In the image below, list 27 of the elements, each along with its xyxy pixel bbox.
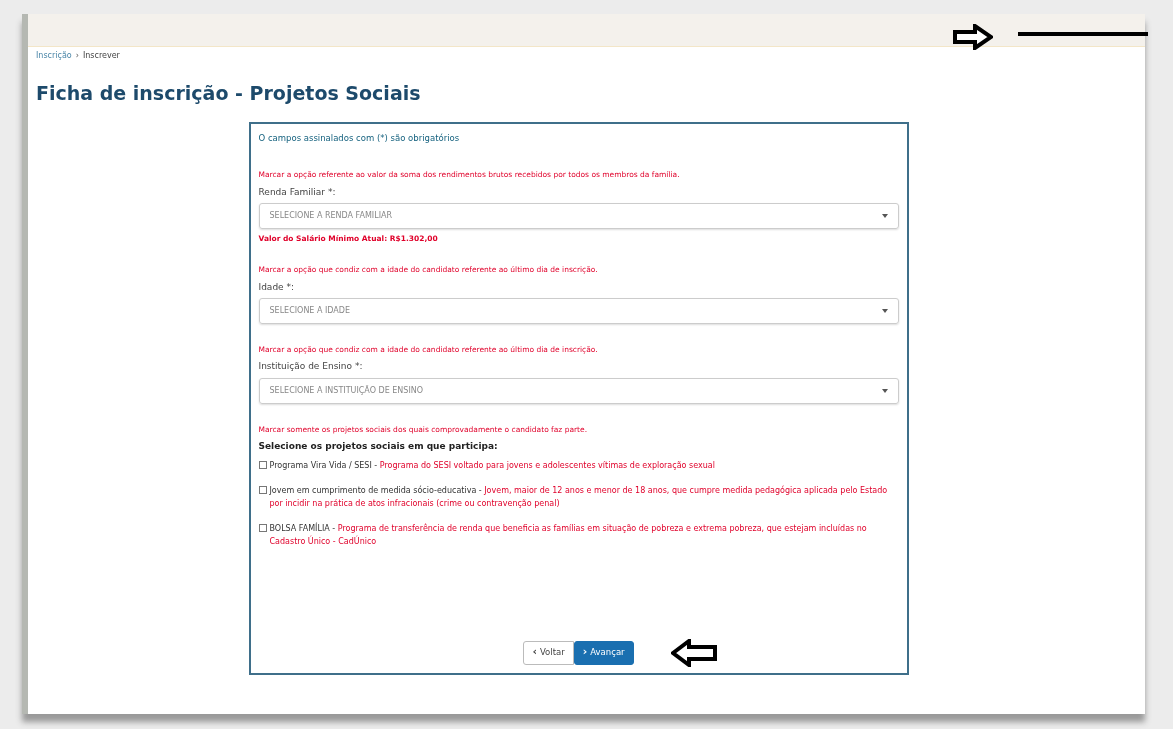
arrow-annotation-icon (953, 24, 993, 50)
section-label: Selecione os projetos sociais em que participa: (258, 440, 499, 453)
page-title: Ficha de inscrição - Projetos Sociais (35, 81, 422, 106)
separator-icon: › (75, 50, 79, 62)
select-field[interactable]: SELECIONE A INSTITUIÇÃO DE ENSINO (258, 377, 899, 404)
caret-icon (881, 214, 888, 218)
select-field[interactable]: SELECIONE A RENDA FAMILIAR (258, 203, 899, 229)
field-label: Instituição de Ensino *: (258, 360, 364, 374)
arrow-annotation-icon (670, 638, 717, 667)
option-text: BOLSA FAMÍLIA - Programa de transferência de renda que beneficia as famílias em situação de pobreza e extrema pobreza, que estejam incluídas no Cadastro Único - CadÚnico (269, 521, 868, 548)
chevron-icon: › (582, 644, 588, 661)
back-button[interactable]: ‹ Voltar (523, 640, 574, 665)
required-note: O campos assinalados com (*) são obrigatórios (258, 131, 461, 145)
checkbox[interactable] (258, 523, 267, 532)
breadcrumb-current: Inscrever (82, 50, 120, 62)
caret-icon (881, 388, 888, 393)
select-field[interactable]: SELECIONE A IDADE (258, 298, 899, 324)
option-text: Programa Vira Vida / SESI - Programa do SESI voltado para jovens e adolescentes vítimas de exploração sexual (269, 459, 715, 472)
next-button[interactable]: › Avançar (573, 640, 634, 665)
chevron-icon: ‹ (532, 644, 537, 661)
field-label: Renda Familiar *: (258, 185, 337, 199)
breadcrumb-link[interactable]: Inscrição (36, 50, 72, 62)
checkbox[interactable] (258, 485, 267, 494)
option-text: Jovem em cumprimento de medida sócio-educativa - Jovem, maior de 12 anos e menor de 18 anos, que cumpre medida pedagógica aplicada pelo Estado por incidir na prática de atos infracionais (crime ou contravenção penal) (269, 484, 889, 510)
checkbox[interactable] (258, 460, 267, 469)
caret-icon (881, 309, 888, 313)
field-label: Idade *: (258, 280, 296, 294)
